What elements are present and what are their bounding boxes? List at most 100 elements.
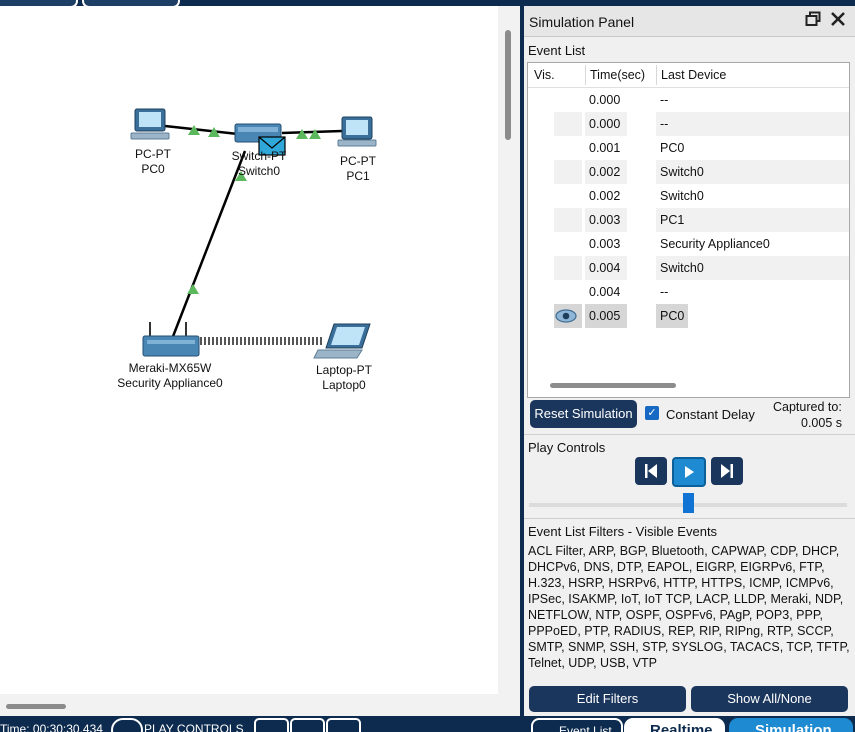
event-device-cell: -- [660, 285, 669, 299]
event-vis-cell[interactable] [554, 232, 582, 256]
step-back-button[interactable] [635, 457, 667, 485]
event-vis-cell[interactable] [554, 256, 582, 280]
bottom-status-bar: Time: 00:30:30.434 PLAY CONTROLS Event L… [0, 716, 855, 732]
event-device-cell: Switch0 [656, 160, 849, 184]
column-header-last-device[interactable]: Last Device [661, 68, 726, 82]
event-time-cell: 0.003 [585, 208, 627, 232]
device-name-label: PC1 [346, 169, 370, 183]
event-vis-cell[interactable] [554, 280, 582, 304]
device-name-label: Switch0 [237, 164, 281, 178]
event-list-header: Vis. Time(sec) Last Device [528, 63, 849, 88]
event-list-row[interactable]: 0.004 -- [528, 280, 849, 304]
event-list-row[interactable]: 0.001 PC0 [528, 136, 849, 160]
event-time-cell: 0.002 [585, 160, 627, 184]
simulation-mode-button[interactable]: Simulation [729, 718, 853, 732]
simulation-panel: Simulation Panel Event List Vis. Time(se… [524, 6, 855, 716]
event-time-cell: 0.000 [585, 112, 627, 136]
event-list-row[interactable]: 0.004 Switch0 [528, 256, 849, 280]
bottom-step-forward-button[interactable] [326, 718, 361, 732]
play-button[interactable] [672, 457, 706, 487]
device-type-label: Meraki-MX65W [128, 361, 212, 375]
device-type-label: PC-PT [135, 147, 171, 161]
constant-delay-checkbox[interactable]: ✓ [645, 406, 659, 420]
event-vis-cell[interactable] [554, 184, 582, 208]
link-switch0-appliance0 [170, 150, 247, 340]
column-header-vis[interactable]: Vis. [534, 68, 555, 82]
event-list-toggle-button[interactable]: Event List [531, 718, 623, 732]
switch0-label: Switch-PT Switch0 [226, 149, 292, 179]
event-list-row[interactable]: 0.002 Switch0 [528, 184, 849, 208]
event-time-cell: 0.005 [585, 304, 627, 328]
event-vis-cell[interactable] [554, 112, 582, 136]
pc1-label: PC-PT PC1 [329, 154, 387, 184]
event-list-hscroll-thumb[interactable] [550, 383, 676, 388]
event-list-row[interactable]: 0.003 Security Appliance0 [528, 232, 849, 256]
device-name-label: Security Appliance0 [117, 376, 223, 390]
topology-canvas [130, 108, 377, 359]
event-list-row[interactable]: 0.005 PC0 [528, 304, 849, 328]
simulation-panel-header: Simulation Panel [524, 6, 855, 37]
event-list-row[interactable]: 0.000 -- [528, 88, 849, 112]
play-controls-text: PLAY CONTROLS [144, 722, 244, 732]
pc1-device-icon [337, 116, 377, 147]
laptop0-label: Laptop-PT Laptop0 [308, 363, 380, 393]
visible-events-list: ACL Filter, ARP, BGP, Bluetooth, CAPWAP,… [528, 544, 850, 670]
event-vis-cell[interactable] [554, 88, 582, 112]
event-vis-cell[interactable] [554, 304, 582, 328]
link-switch0-pc1 [281, 129, 343, 135]
simulation-mode-label: Simulation [755, 722, 832, 732]
constant-delay-label: Constant Delay [666, 407, 755, 422]
reset-time-button[interactable] [111, 718, 143, 732]
event-list-row[interactable]: 0.003 PC1 [528, 208, 849, 232]
link-light-icon [187, 284, 199, 294]
play-speed-slider-knob[interactable] [683, 493, 694, 513]
event-list-label: Event List [528, 43, 586, 58]
device-type-label: PC-PT [340, 154, 376, 168]
bottom-play-button[interactable] [290, 718, 325, 732]
play-icon [685, 466, 694, 478]
play-controls-label: Play Controls [528, 440, 606, 455]
logical-workspace[interactable]: PC-PT PC0 Switch-PT Switch0 PC-PT PC1 Me… [0, 6, 498, 694]
event-time-cell: 0.004 [585, 256, 627, 280]
reset-simulation-button[interactable]: Reset Simulation [530, 400, 637, 428]
event-list-toggle-label: Event List [559, 724, 612, 732]
restore-window-icon[interactable] [805, 11, 821, 31]
realtime-mode-label: Realtime [650, 722, 713, 732]
bottom-step-back-button[interactable] [254, 718, 289, 732]
link-light-icon [309, 129, 321, 139]
event-list-row[interactable]: 0.000 -- [528, 112, 849, 136]
panel-title: Simulation Panel [529, 14, 635, 30]
edit-filters-button[interactable]: Edit Filters [529, 686, 686, 712]
event-device-cell: Switch0 [656, 256, 849, 280]
column-header-time[interactable]: Time(sec) [590, 68, 645, 82]
event-list-row[interactable]: 0.002 Switch0 [528, 160, 849, 184]
pc0-device-icon [130, 108, 170, 140]
realtime-mode-button[interactable]: Realtime [624, 718, 725, 732]
step-forward-button[interactable] [711, 457, 743, 485]
close-icon[interactable] [830, 11, 846, 31]
step-forward-icon [721, 464, 733, 478]
event-time-cell: 0.003 [589, 237, 621, 251]
link-light-icon [296, 129, 308, 139]
event-vis-cell[interactable] [554, 136, 582, 160]
filters-title: Event List Filters - Visible Events [528, 524, 718, 539]
device-type-label: Switch-PT [231, 149, 287, 163]
horizontal-scroll-thumb[interactable] [6, 704, 66, 709]
event-time-cell: 0.002 [589, 189, 621, 203]
event-device-cell: Security Appliance0 [660, 237, 770, 251]
event-list-table[interactable]: Vis. Time(sec) Last Device 0.000 -- 0.000 -… [527, 62, 850, 398]
step-back-icon [645, 464, 657, 478]
event-time-cell: 0.004 [589, 285, 621, 299]
laptop0-device-icon [313, 323, 371, 359]
show-all-none-button[interactable]: Show All/None [691, 686, 848, 712]
workspace-horizontal-scrollbar[interactable] [0, 694, 498, 716]
event-time-cell: 0.000 [589, 93, 621, 107]
device-type-label: Laptop-PT [315, 363, 373, 377]
vertical-scroll-thumb[interactable] [505, 30, 511, 140]
captured-to-label: Captured to: [773, 400, 842, 414]
event-device-cell: -- [656, 112, 849, 136]
event-vis-cell[interactable] [554, 160, 582, 184]
event-device-cell: PC0 [660, 141, 685, 155]
pc0-label: PC-PT PC0 [124, 147, 182, 177]
event-vis-cell[interactable] [554, 208, 582, 232]
